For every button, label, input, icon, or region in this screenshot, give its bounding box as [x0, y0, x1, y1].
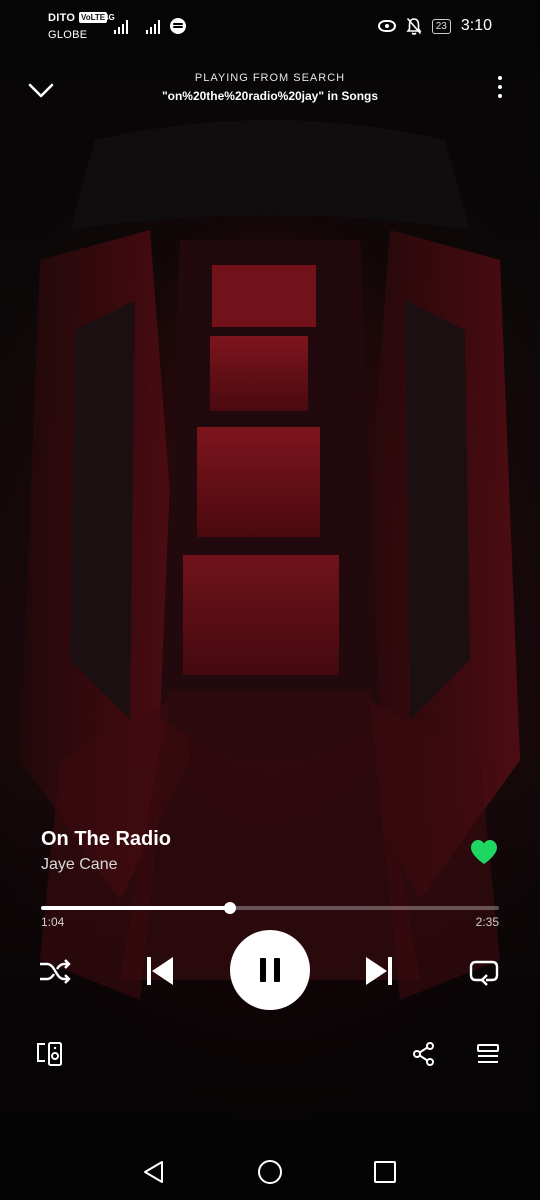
signal-2-icon — [146, 20, 160, 34]
share-icon[interactable] — [412, 1042, 436, 1066]
notifications-off-icon — [406, 17, 422, 35]
more-vertical-icon[interactable] — [496, 74, 504, 102]
spotify-icon — [170, 18, 186, 34]
playing-from-label: PLAYING FROM SEARCH — [194, 72, 346, 84]
carrier-1-label: DITO — [48, 12, 76, 24]
connect-device-icon[interactable] — [36, 1041, 64, 1067]
track-title[interactable]: On The Radio — [41, 828, 171, 851]
playing-from-title[interactable]: "on%20the%20radio%20jay" in Songs — [0, 89, 540, 103]
skip-previous-icon[interactable] — [145, 955, 175, 987]
signal-icon — [114, 20, 128, 34]
eye-icon — [377, 20, 396, 32]
nav-recents-icon[interactable] — [373, 1160, 397, 1184]
pause-icon — [260, 958, 280, 982]
now-playing-header: PLAYING FROM SEARCH "on%20the%20radio%20… — [0, 68, 540, 112]
nav-back-icon[interactable] — [142, 1160, 166, 1184]
seek-bar[interactable] — [41, 902, 499, 914]
nav-home-icon[interactable] — [257, 1159, 283, 1185]
clock: 3:10 — [460, 17, 492, 34]
playback-controls — [0, 930, 540, 1014]
total-duration: 2:35 — [475, 915, 499, 929]
queue-icon[interactable] — [477, 1044, 499, 1064]
carrier-2-label: GLOBE — [48, 29, 88, 41]
track-artist[interactable]: Jaye Cane — [41, 856, 118, 874]
pause-button[interactable] — [230, 930, 310, 1010]
heart-filled-icon[interactable] — [469, 838, 499, 866]
secondary-controls — [0, 1038, 540, 1072]
system-nav-bar — [0, 1140, 540, 1200]
elapsed-time: 1:04 — [41, 915, 65, 929]
shuffle-icon[interactable] — [38, 957, 72, 985]
skip-next-icon[interactable] — [364, 955, 394, 987]
album-art — [0, 0, 540, 1200]
repeat-icon[interactable] — [468, 956, 500, 986]
seek-bar-fill — [41, 906, 231, 910]
status-bar: DITO VoLTE 4G GLOBE 23 3:10 — [0, 0, 540, 52]
battery-indicator: 23 — [431, 18, 451, 34]
volte-badge: VoLTE — [79, 12, 108, 23]
status-right-icons: 23 3:10 — [377, 17, 492, 35]
